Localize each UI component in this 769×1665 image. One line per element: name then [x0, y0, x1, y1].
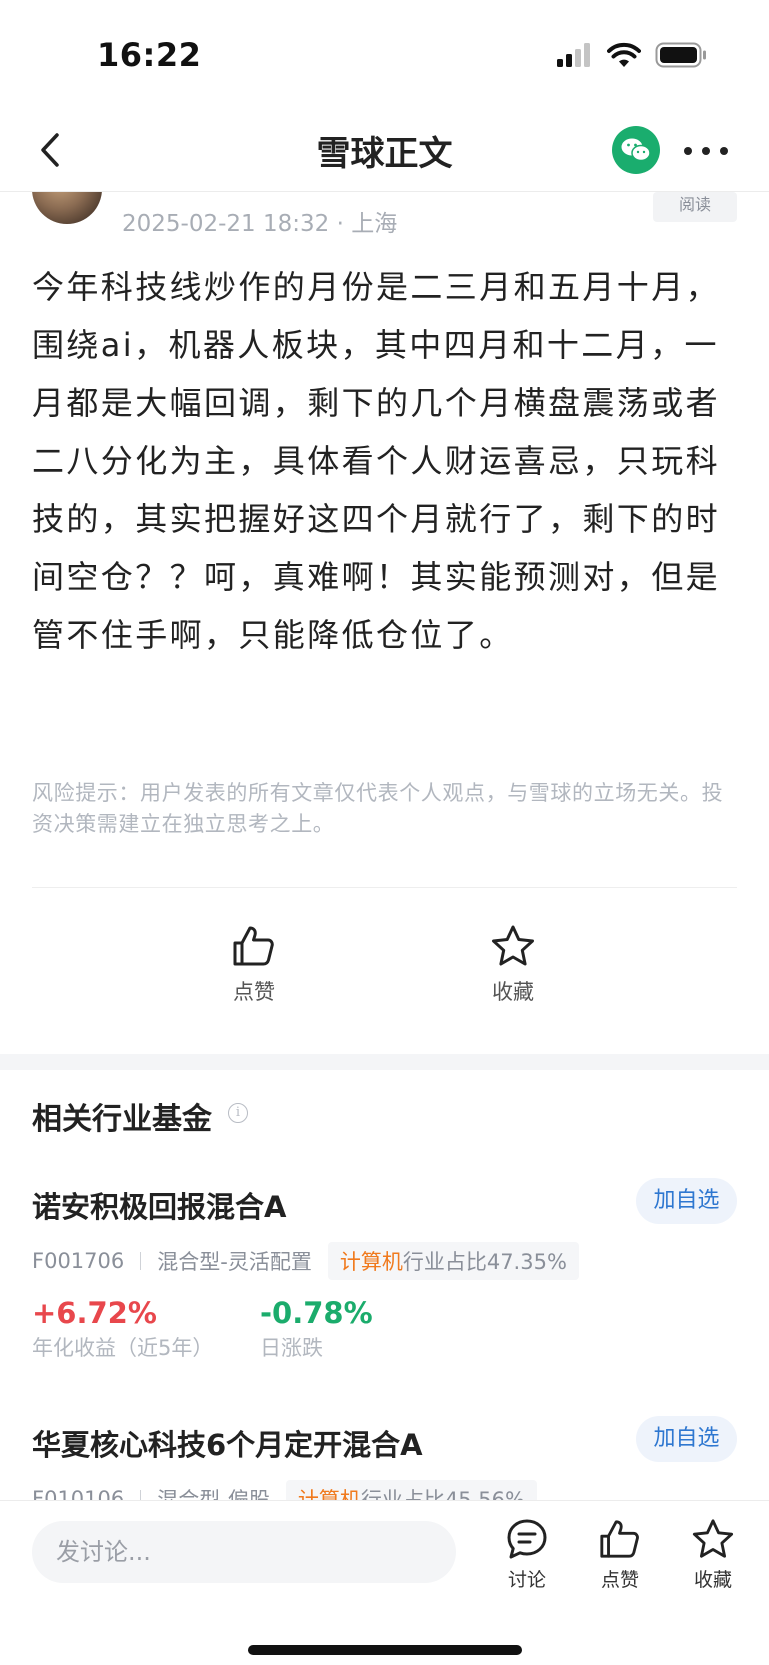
thumbs-up-icon: [233, 926, 274, 966]
wechat-share-button[interactable]: [612, 126, 660, 174]
annual-return-value: +6.72%: [32, 1296, 157, 1330]
wifi-icon: [607, 42, 641, 67]
daily-change-label: 日涨跌: [260, 1336, 323, 1360]
status-time: 16:22: [97, 36, 202, 74]
bottom-like-label: 点赞: [600, 1569, 639, 1591]
bottom-like-button[interactable]: 点赞: [584, 1517, 656, 1592]
industry-tag: 计算机行业占比47.35%: [327, 1242, 579, 1280]
annual-return-label: 年化收益（近5年）: [32, 1336, 214, 1360]
annual-return-stat: +6.72% 年化收益（近5年）: [32, 1296, 213, 1362]
fund-meta: F001706 混合型-灵活配置 计算机行业占比47.35%: [32, 1242, 579, 1280]
fund-name[interactable]: 华夏核心科技6个月定开混合A: [32, 1422, 423, 1464]
favorite-button[interactable]: 收藏: [458, 924, 568, 1014]
comment-input[interactable]: [32, 1521, 456, 1583]
discuss-label: 讨论: [507, 1569, 546, 1591]
daily-change-value: -0.78%: [260, 1296, 373, 1330]
section-title: 相关行业基金: [32, 1102, 212, 1137]
more-button[interactable]: [684, 136, 728, 166]
fund-type: 混合型-灵活配置: [157, 1250, 312, 1274]
author-row: 2025-02-21 18:32 · 上海 阅读: [0, 192, 769, 236]
section-gap: [0, 1054, 769, 1070]
separator: [140, 1252, 142, 1270]
battery-icon: [655, 42, 706, 68]
thumbs-up-icon: [600, 1520, 639, 1558]
bottom-favorite-button[interactable]: 收藏: [677, 1517, 749, 1592]
home-indicator: [248, 1645, 522, 1655]
industry-name: 计算机: [339, 1250, 403, 1274]
divider: [32, 887, 737, 888]
post-body: 今年科技线炒作的月份是二三月和五月十月，围绕ai，机器人板块，其中四月和十二月，…: [32, 268, 721, 654]
like-button[interactable]: 点赞: [199, 924, 309, 1014]
fund-name[interactable]: 诺安积极回报混合A: [32, 1184, 286, 1226]
read-count-badge: 阅读: [653, 192, 737, 222]
star-icon: [692, 1519, 734, 1558]
info-icon[interactable]: i: [228, 1103, 248, 1123]
daily-change-stat: -0.78% 日涨跌: [260, 1296, 373, 1362]
bottom-bar: 讨论 点赞 收藏: [0, 1500, 769, 1665]
industry-ratio: 行业占比47.35%: [402, 1250, 567, 1274]
bottom-favorite-label: 收藏: [693, 1569, 732, 1591]
avatar[interactable]: [32, 192, 102, 224]
fund-code: F001706: [32, 1249, 125, 1273]
post-meta: 2025-02-21 18:32 · 上海: [122, 211, 398, 236]
chat-bubble-icon: [507, 1519, 547, 1559]
risk-note: 风险提示：用户发表的所有文章仅代表个人观点，与雪球的立场无关。投资决策需建立在独…: [32, 781, 724, 836]
more-dots-icon: [684, 147, 692, 155]
favorite-label: 收藏: [492, 980, 534, 1004]
add-watchlist-button[interactable]: 加自选: [636, 1178, 737, 1224]
status-bar: 16:22: [0, 0, 769, 110]
star-icon: [492, 925, 534, 966]
wechat-icon: [621, 138, 651, 162]
status-icons: [557, 40, 707, 70]
discuss-button[interactable]: 讨论: [491, 1517, 563, 1592]
cellular-signal-icon: [557, 43, 590, 67]
add-watchlist-button[interactable]: 加自选: [636, 1416, 737, 1462]
nav-bar: 雪球正文: [0, 110, 769, 192]
like-label: 点赞: [233, 980, 275, 1004]
